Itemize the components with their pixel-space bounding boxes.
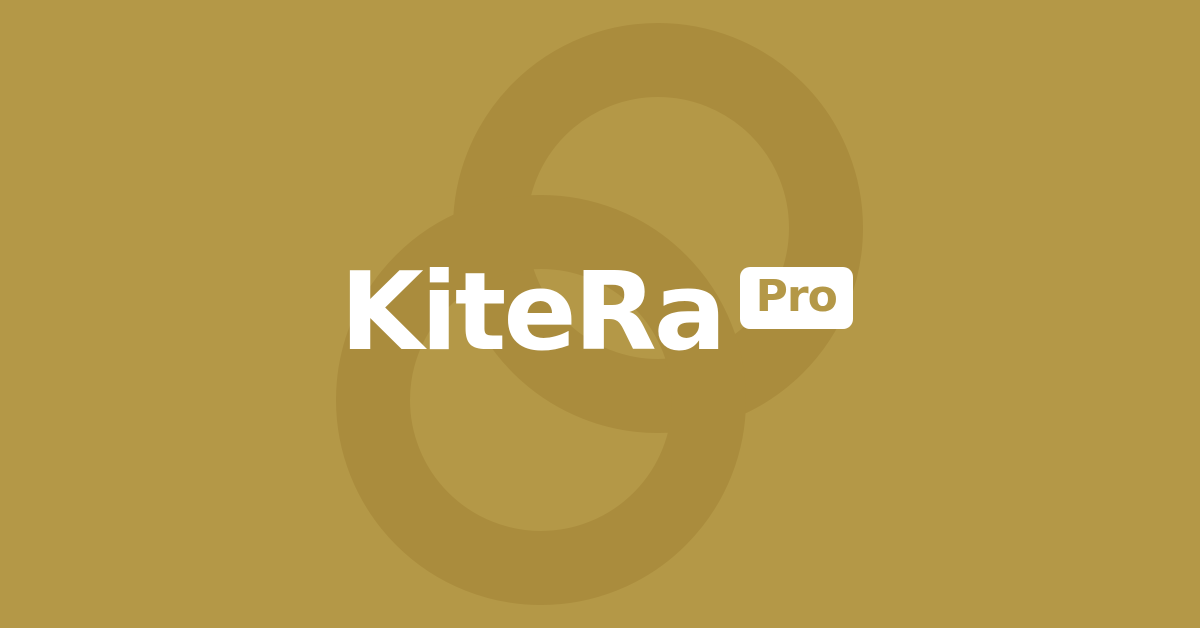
logo: KiteRa Pro <box>340 258 853 368</box>
brand-wordmark: KiteRa <box>340 250 727 375</box>
banner: KiteRa Pro <box>0 0 1200 628</box>
pro-badge: Pro <box>739 267 853 329</box>
